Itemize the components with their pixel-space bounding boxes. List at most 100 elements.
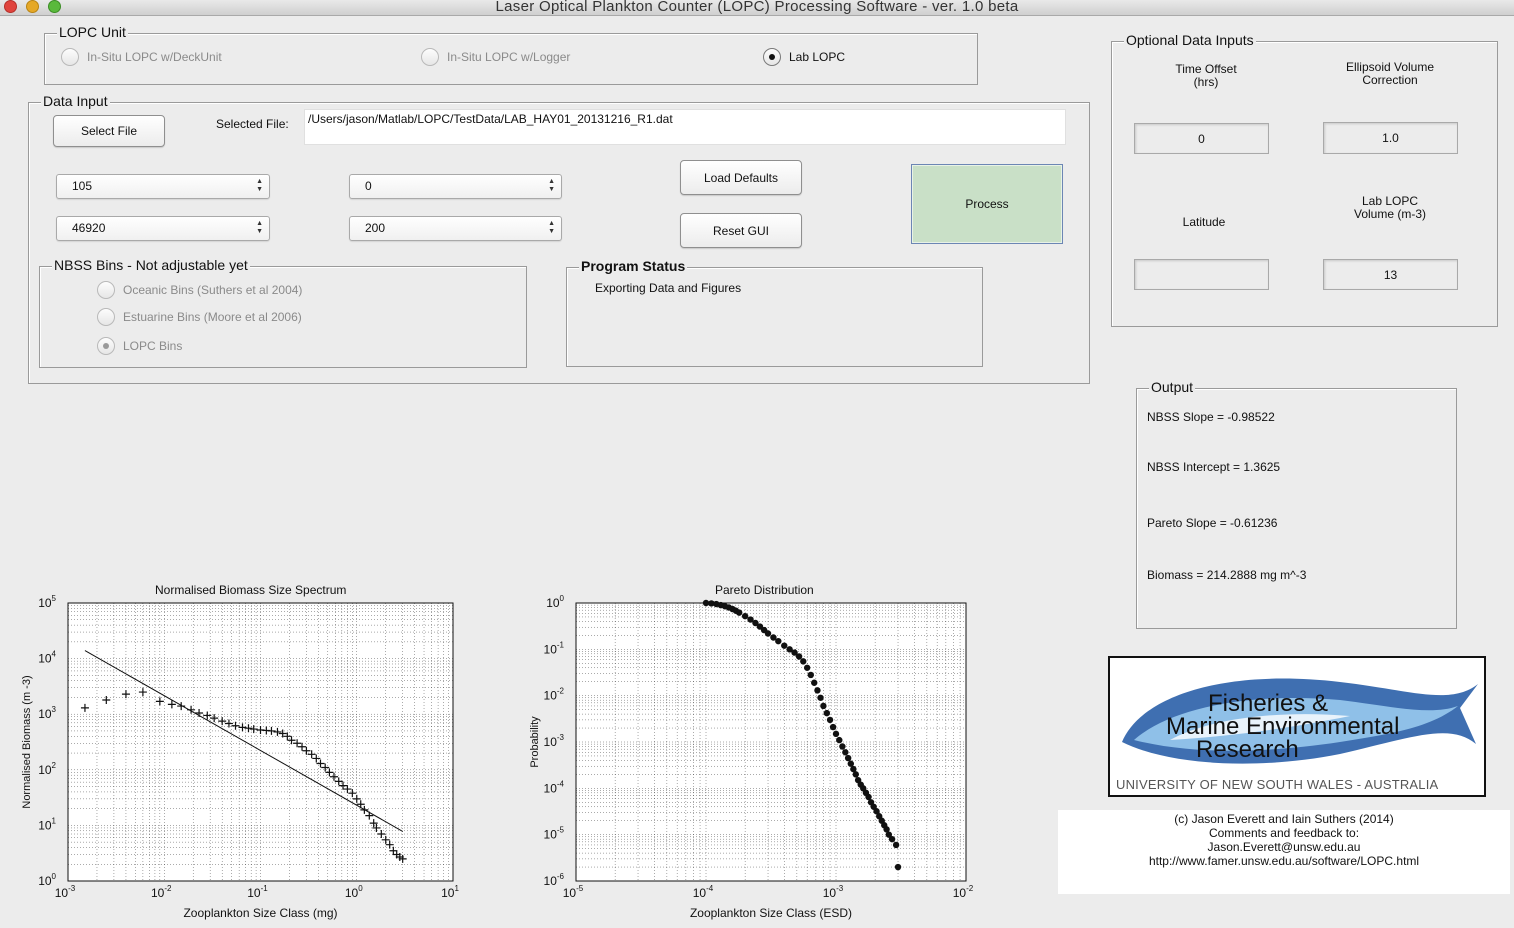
ellipsoid-label-line2: Correction: [1362, 73, 1418, 87]
select-value: 105: [72, 179, 93, 193]
data-point: [800, 658, 807, 665]
data-point: [823, 709, 831, 717]
time-offset-label-line2: (hrs): [1193, 75, 1219, 89]
select-value: 46920: [72, 221, 106, 235]
updown-arrows-icon: ▲ ▼: [548, 178, 555, 193]
x-tick-label: 10-1: [247, 884, 268, 900]
y-tick-label: 10-5: [544, 826, 565, 842]
radio-oceanic-bins[interactable]: Oceanic Bins (Suthers et al 2004): [97, 281, 302, 299]
famer-logo: Fisheries & Marine Environmental Researc…: [1108, 656, 1486, 797]
data-point: [814, 687, 821, 694]
load-defaults-button[interactable]: Load Defaults: [680, 160, 802, 195]
optional-inputs-title: Optional Data Inputs: [1124, 32, 1256, 48]
data-point: [852, 771, 859, 778]
lab-volume-label-line2: Volume (m-3): [1353, 207, 1427, 221]
radio-insitu-deckunit[interactable]: In-Situ LOPC w/DeckUnit: [61, 48, 222, 66]
credits-line2: Comments and feedback to:: [1208, 826, 1360, 840]
radio-circle[interactable]: [97, 308, 115, 326]
radio-circle-selected[interactable]: [763, 48, 781, 66]
radio-circle[interactable]: [97, 281, 115, 299]
param-select-2[interactable]: 0 ▲ ▼: [349, 174, 562, 199]
time-offset-input[interactable]: 0: [1134, 123, 1269, 154]
program-status-title: Program Status: [579, 258, 688, 274]
time-offset-label: Time Offset (hrs): [1136, 63, 1276, 89]
data-point: [781, 642, 788, 649]
data-point: [775, 637, 782, 645]
nbss-bins-panel: NBSS Bins - Not adjustable yet Oceanic B…: [39, 257, 527, 368]
param-select-3[interactable]: 46920 ▲ ▼: [56, 216, 270, 241]
radio-circle[interactable]: [61, 48, 79, 66]
y-tick-label: 10-3: [544, 733, 565, 749]
window-title: Laser Optical Plankton Counter (LOPC) Pr…: [495, 0, 1019, 15]
program-status-panel: Program Status Exporting Data and Figure…: [566, 258, 983, 367]
y-tick-label: 105: [38, 594, 56, 610]
x-tick-label: 10-3: [823, 884, 844, 900]
biomass-text: Biomass = 214.2888 mg m^-3: [1147, 568, 1307, 582]
radio-label: In-Situ LOPC w/Logger: [447, 50, 571, 64]
radio-label: In-Situ LOPC w/DeckUnit: [87, 50, 222, 64]
window-titlebar: Laser Optical Plankton Counter (LOPC) Pr…: [0, 0, 1514, 16]
lopc-unit-panel: LOPC Unit In-Situ LOPC w/DeckUnit In-Sit…: [44, 24, 978, 85]
updown-arrows-icon: ▲ ▼: [256, 220, 263, 235]
latitude-input[interactable]: [1134, 259, 1269, 290]
data-point: [888, 835, 896, 843]
radio-estuarine-bins[interactable]: Estuarine Bins (Moore et al 2006): [97, 308, 302, 326]
credits-box: (c) Jason Everett and Iain Suthers (2014…: [1058, 810, 1510, 894]
data-point: [826, 716, 834, 724]
radio-circle-selected[interactable]: [97, 337, 115, 355]
data-point: [894, 863, 902, 871]
data-point: [844, 754, 852, 762]
x-tick-label: 10-2: [151, 884, 172, 900]
data-point: [807, 671, 815, 679]
y-tick-label: 103: [38, 705, 56, 721]
lopc-unit-title: LOPC Unit: [57, 24, 128, 40]
logo-line3: Research: [1196, 736, 1299, 763]
credits-line4[interactable]: http://www.famer.unsw.edu.au/software/LO…: [1058, 854, 1510, 868]
x-tick-label: 10-3: [55, 884, 76, 900]
selected-file-field[interactable]: /Users/jason/Matlab/LOPC/TestData/LAB_HA…: [304, 109, 1066, 145]
data-point: [803, 664, 811, 671]
param-select-1[interactable]: 105 ▲ ▼: [56, 174, 270, 199]
x-tick-label: 101: [441, 884, 459, 900]
param-select-4[interactable]: 200 ▲ ▼: [349, 216, 562, 241]
y-tick-label: 10-6: [544, 872, 565, 888]
data-point: [735, 609, 743, 616]
data-input-title: Data Input: [41, 93, 110, 109]
x-tick-label: 10-2: [953, 884, 974, 900]
x-axis-label: Zooplankton Size Class (ESD): [690, 906, 852, 920]
radio-lab-lopc[interactable]: Lab LOPC: [763, 48, 845, 66]
process-button[interactable]: Process: [911, 164, 1063, 244]
data-point: [741, 612, 749, 620]
program-status-text: Exporting Data and Figures: [595, 281, 742, 295]
radio-label: Oceanic Bins (Suthers et al 2004): [123, 283, 303, 297]
x-tick-label: 10-5: [563, 884, 584, 900]
selected-file-label: Selected File:: [216, 117, 289, 131]
radio-label: Estuarine Bins (Moore et al 2006): [123, 310, 302, 324]
y-axis-label: Probability: [529, 716, 541, 768]
y-tick-label: 102: [38, 761, 56, 777]
updown-arrows-icon: ▲ ▼: [548, 220, 555, 235]
data-point: [892, 841, 900, 849]
radio-insitu-logger[interactable]: In-Situ LOPC w/Logger: [421, 48, 570, 66]
x-tick-label: 100: [345, 884, 363, 900]
nbss-slope-text: NBSS Slope = -0.98522: [1147, 410, 1275, 424]
radio-label: LOPC Bins: [123, 339, 183, 353]
data-point: [811, 679, 818, 686]
output-title: Output: [1149, 379, 1196, 395]
pareto-slope-text: Pareto Slope = -0.61236: [1147, 516, 1278, 530]
ellipsoid-correction-input[interactable]: 1.0: [1323, 122, 1458, 154]
lab-volume-input[interactable]: 13: [1323, 259, 1458, 290]
nbss-intercept-text: NBSS Intercept = 1.3625: [1147, 460, 1281, 474]
credits-line3[interactable]: Jason.Everett@unsw.edu.au: [1058, 840, 1510, 854]
y-tick-label: 10-2: [544, 687, 565, 703]
data-point: [836, 736, 843, 744]
y-tick-label: 101: [38, 816, 56, 832]
data-point: [820, 702, 827, 710]
data-point: [839, 743, 846, 750]
radio-lopc-bins[interactable]: LOPC Bins: [97, 337, 182, 355]
select-file-button[interactable]: Select File: [53, 115, 165, 147]
y-tick-label: 100: [546, 594, 564, 610]
pareto-chart: 10-5 10-4 10-3 10-210-610-510-410-310-210-1…: [529, 594, 974, 920]
reset-gui-button[interactable]: Reset GUI: [680, 213, 802, 248]
radio-circle[interactable]: [421, 48, 439, 66]
